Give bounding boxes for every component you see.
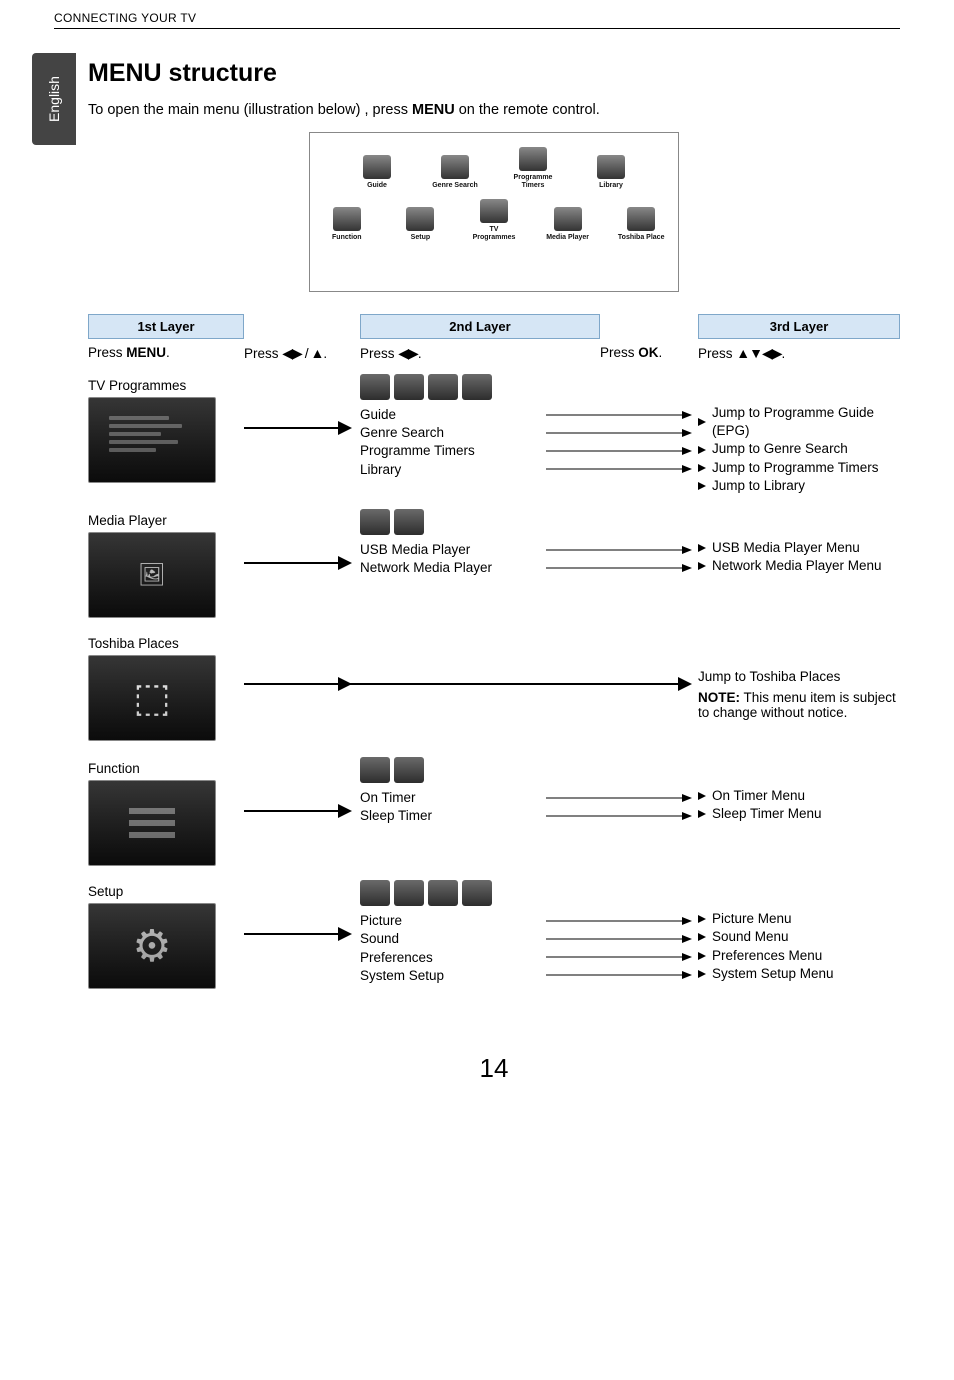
illus-label: Media Player xyxy=(546,234,589,242)
submenu-icon xyxy=(394,880,424,906)
illus-item-library: Library xyxy=(582,155,640,190)
illus-item-media: Media Player xyxy=(541,207,595,242)
illus-item-places: Toshiba Place xyxy=(614,207,668,242)
illus-label: Setup xyxy=(411,234,430,242)
guide-icon xyxy=(363,155,391,179)
genre-search-icon xyxy=(441,155,469,179)
layer2-icons xyxy=(360,757,600,783)
press-ok: Press OK. xyxy=(600,339,698,364)
intro-text: To open the main menu (illustration belo… xyxy=(88,102,900,118)
page-number: 14 xyxy=(88,1053,900,1084)
illus-label: Function xyxy=(332,234,362,242)
illus-label: Genre Search xyxy=(432,182,478,190)
illus-item-tvprog: TV Programmes xyxy=(467,199,521,241)
layer3-item: Jump to Programme Guide (EPG) xyxy=(698,404,900,440)
layer3-item: System Setup Menu xyxy=(698,965,900,983)
toshiba-place-icon xyxy=(627,207,655,231)
submenu-icon xyxy=(360,880,390,906)
submenu-icon xyxy=(428,880,458,906)
page-title: MENU structure xyxy=(88,59,900,88)
layer1-thumb: ⬚ xyxy=(88,655,216,741)
media-player-icon xyxy=(554,207,582,231)
submenu-icon xyxy=(462,880,492,906)
layer3-plain: Jump to Toshiba Places xyxy=(698,668,900,686)
layer3-note: NOTE: This menu item is subject to chang… xyxy=(698,690,900,720)
layer3-list: Picture MenuSound MenuPreferences MenuSy… xyxy=(698,910,900,983)
illus-label: Programme Timers xyxy=(504,174,562,189)
illus-item-function: Function xyxy=(320,207,374,242)
setup-icon xyxy=(406,207,434,231)
layer1-thumb xyxy=(88,780,216,866)
illus-label: TV Programmes xyxy=(467,226,521,241)
illus-item-genre: Genre Search xyxy=(426,155,484,190)
press-all-dirs: Press ▲▼◀▶. xyxy=(698,339,900,364)
tv-programmes-icon xyxy=(480,199,508,223)
layer3-header: 3rd Layer xyxy=(698,314,900,339)
illus-item-setup: Setup xyxy=(394,207,448,242)
illus-label: Guide xyxy=(367,182,387,190)
layer1-label: TV Programmes xyxy=(88,378,236,393)
menu-illustration: Guide Genre Search Programme Timers Libr… xyxy=(309,132,679,292)
intro-bold: MENU xyxy=(412,102,455,118)
layer1-label: Media Player xyxy=(88,513,236,528)
layer1-label: Toshiba Places xyxy=(88,636,236,651)
layer1-label: Setup xyxy=(88,884,236,899)
submenu-icon xyxy=(360,374,390,400)
layer3-item: Jump to Programme Timers xyxy=(698,459,900,477)
layer3-item: Picture Menu xyxy=(698,910,900,928)
illus-label: Library xyxy=(599,182,623,190)
layer3-list: On Timer MenuSleep Timer Menu xyxy=(698,787,900,823)
layer3-item: USB Media Player Menu xyxy=(698,539,900,557)
submenu-icon xyxy=(394,757,424,783)
layer3-item: Network Media Player Menu xyxy=(698,557,900,575)
running-head: CONNECTING YOUR TV xyxy=(54,11,196,25)
submenu-icon xyxy=(462,374,492,400)
press-menu: Press MENU. xyxy=(88,339,244,364)
intro-pre: To open the main menu (illustration belo… xyxy=(88,102,412,118)
layer1-label: Function xyxy=(88,761,236,776)
layer1-thumb xyxy=(88,397,216,483)
layer2-icons xyxy=(360,374,600,400)
submenu-icon xyxy=(428,374,458,400)
illus-item-timers: Programme Timers xyxy=(504,147,562,189)
layer1-thumb: 🖼 xyxy=(88,532,216,618)
layer3-list: USB Media Player MenuNetwork Media Playe… xyxy=(698,539,900,575)
programme-timers-icon xyxy=(519,147,547,171)
layer3-list: Jump to Programme Guide (EPG)Jump to Gen… xyxy=(698,404,900,495)
layer1-thumb: ⚙ xyxy=(88,903,216,989)
intro-post: on the remote control. xyxy=(455,102,600,118)
layer3-item: Sound Menu xyxy=(698,928,900,946)
layer1-header: 1st Layer xyxy=(88,314,244,339)
submenu-icon xyxy=(394,374,424,400)
submenu-icon xyxy=(394,509,424,535)
submenu-icon xyxy=(360,757,390,783)
layer3-item: On Timer Menu xyxy=(698,787,900,805)
layer2-icons xyxy=(360,509,600,535)
press-lr: Press ◀▶. xyxy=(360,339,600,364)
layer3-item: Preferences Menu xyxy=(698,947,900,965)
library-icon xyxy=(597,155,625,179)
illus-item-guide: Guide xyxy=(348,155,406,190)
submenu-icon xyxy=(360,509,390,535)
layer3-item: Jump to Genre Search xyxy=(698,440,900,458)
language-tab-label: English xyxy=(46,76,62,122)
layer3-item: Jump to Library xyxy=(698,477,900,495)
language-tab: English xyxy=(32,53,76,145)
press-lr-up: Press ◀▶ / ▲. xyxy=(244,339,360,364)
layer3-item: Sleep Timer Menu xyxy=(698,805,900,823)
function-icon xyxy=(333,207,361,231)
illus-label: Toshiba Place xyxy=(618,234,665,242)
layer2-icons xyxy=(360,880,600,906)
layer2-header: 2nd Layer xyxy=(360,314,600,339)
